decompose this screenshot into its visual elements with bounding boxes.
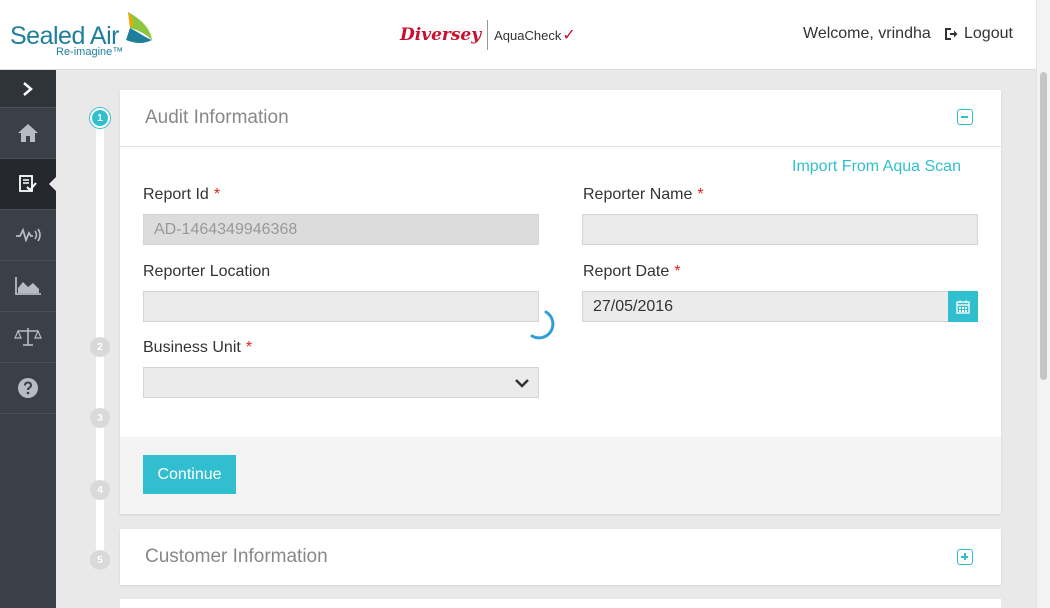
sidebar-item-pulse[interactable] [0, 210, 56, 261]
step-4[interactable]: 4 [90, 480, 110, 500]
page-scrollbar[interactable] [1036, 0, 1050, 608]
report-id-input: AD-1464349946368 [143, 214, 539, 245]
reporter-location-label: Reporter Location [143, 263, 271, 280]
calendar-button[interactable] [948, 291, 978, 322]
aquacheck-logo: AquaCheck [494, 27, 562, 43]
audit-card-header[interactable]: Audit Information [120, 90, 1001, 147]
next-section-card [120, 599, 1001, 608]
balance-scale-icon [14, 328, 42, 346]
loading-spinner-icon [530, 310, 555, 340]
logo-swoosh-icon [126, 12, 152, 43]
logout-button[interactable]: Logout [944, 25, 1013, 43]
collapse-icon[interactable] [957, 109, 973, 125]
reporter-name-input[interactable] [582, 214, 978, 245]
customer-information-card[interactable]: Customer Information [120, 529, 1001, 585]
top-header: Sealed Air Re-imagine™ Diversey AquaChec… [0, 0, 1036, 70]
chevron-down-icon [515, 379, 529, 388]
report-id-label: Report Id * [143, 186, 221, 203]
continue-button[interactable]: Continue [143, 455, 236, 494]
import-aqua-scan-link[interactable]: Import From Aqua Scan [792, 158, 961, 176]
sign-out-icon [945, 28, 958, 40]
audit-card-footer [120, 437, 1001, 514]
audit-list-icon [19, 175, 37, 192]
chevron-right-icon [23, 81, 33, 96]
welcome-text: Welcome, vrindha [803, 25, 931, 42]
card-title: Customer Information [145, 546, 328, 567]
reporter-location-input[interactable] [143, 291, 539, 322]
expand-icon[interactable] [957, 549, 973, 565]
calendar-icon [956, 300, 970, 314]
sidebar-item-compliance[interactable] [0, 312, 56, 363]
brand-divider [487, 20, 489, 50]
business-unit-label: Business Unit * [143, 339, 253, 356]
step-1[interactable]: 1 [90, 108, 110, 128]
area-chart-icon [15, 277, 41, 295]
sidebar-item-home[interactable] [0, 108, 56, 159]
sidebar-item-audit[interactable] [0, 159, 56, 210]
report-date-input[interactable]: 27/05/2016 [582, 291, 949, 322]
pulse-icon [16, 227, 41, 243]
step-2[interactable]: 2 [90, 337, 110, 357]
reporter-name-label: Reporter Name * [583, 186, 704, 203]
brand-logo: Diversey AquaCheck ✓ [400, 18, 576, 52]
home-icon [18, 124, 38, 142]
check-mark-icon: ✓ [562, 27, 576, 44]
sidebar-item-reports[interactable] [0, 261, 56, 312]
business-unit-select[interactable] [143, 367, 539, 398]
sidebar [0, 70, 56, 608]
step-5[interactable]: 5 [90, 550, 110, 570]
sidebar-item-help[interactable] [0, 363, 56, 414]
step-3[interactable]: 3 [90, 408, 110, 428]
help-icon [18, 378, 38, 398]
logo-tagline: Re-imagine™ [56, 46, 124, 58]
diversey-logo: Diversey [400, 25, 482, 45]
report-date-label: Report Date * [583, 263, 681, 280]
scrollbar-thumb[interactable] [1040, 72, 1047, 380]
sealed-air-logo[interactable]: Sealed Air Re-imagine™ [10, 10, 160, 60]
logout-label: Logout [964, 25, 1013, 42]
sidebar-toggle[interactable] [0, 70, 56, 108]
card-title: Audit Information [145, 107, 289, 128]
